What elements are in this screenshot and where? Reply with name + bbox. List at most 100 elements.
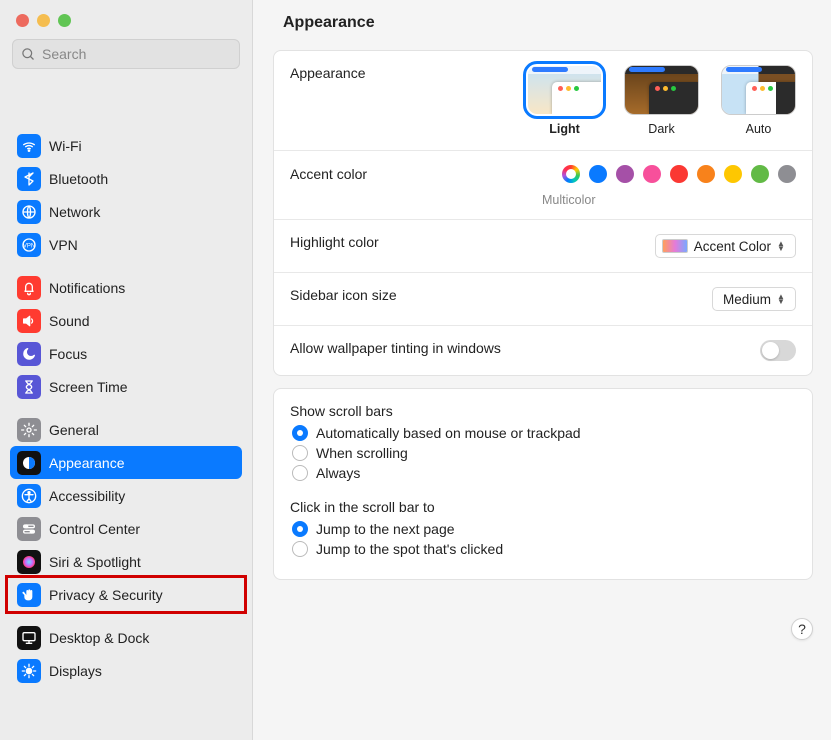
accent-color-yellow[interactable]	[724, 165, 742, 183]
radio-button[interactable]	[292, 445, 308, 461]
sidebar-item-label: Screen Time	[49, 379, 128, 395]
sidebar-item-vpn[interactable]: VPN VPN	[10, 228, 242, 261]
highlight-color-value: Accent Color	[694, 239, 771, 254]
radio-button[interactable]	[292, 425, 308, 441]
hourglass-icon	[17, 375, 41, 399]
sidebar-item-bluetooth[interactable]: Bluetooth	[10, 162, 242, 195]
appearance-thumb-dark[interactable]	[624, 65, 699, 115]
radio-label: When scrolling	[316, 445, 408, 461]
appearance-option-label: Light	[549, 122, 580, 136]
gear-icon	[17, 418, 41, 442]
appearance-row: Appearance Light Dark Auto	[274, 51, 812, 151]
help-button[interactable]: ?	[791, 618, 813, 640]
sidebar-item-label: Displays	[49, 663, 102, 679]
radio-label: Jump to the next page	[316, 521, 455, 537]
sidebar-item-displays[interactable]: Displays	[10, 654, 242, 687]
fullscreen-window-button[interactable]	[58, 14, 71, 27]
sidebar-item-desktopdock[interactable]: Desktop & Dock	[10, 621, 242, 654]
sidebar-item-siri[interactable]: Siri & Spotlight	[10, 545, 242, 578]
help-icon: ?	[798, 621, 806, 637]
search-wrapper	[0, 37, 252, 83]
sidebar-item-accessibility[interactable]: Accessibility	[10, 479, 242, 512]
sidebar-icon-size-value: Medium	[723, 292, 771, 307]
click-in-scroll-bar-option-spot[interactable]: Jump to the spot that's clicked	[292, 541, 796, 557]
radio-button[interactable]	[292, 465, 308, 481]
sidebar-item-label: Appearance	[49, 455, 125, 471]
accent-color-blue[interactable]	[589, 165, 607, 183]
accent-color-selected-caption: Multicolor	[542, 193, 796, 207]
sidebar-item-controlcenter[interactable]: Control Center	[10, 512, 242, 545]
sidebar-item-general[interactable]: General	[10, 413, 242, 446]
switches-icon	[17, 517, 41, 541]
accent-color-multicolor[interactable]	[562, 165, 580, 183]
appearance-icon	[17, 451, 41, 475]
scrollbars-panel: Show scroll bars Automatically based on …	[273, 388, 813, 580]
allow-wallpaper-tinting-label: Allow wallpaper tinting in windows	[290, 340, 501, 356]
show-scroll-bars-option-scrolling[interactable]: When scrolling	[292, 445, 796, 461]
highlight-color-popup[interactable]: Accent Color ▲▼	[655, 234, 796, 258]
allow-wallpaper-tinting-toggle[interactable]	[760, 340, 796, 361]
search-input[interactable]	[42, 46, 231, 62]
close-window-button[interactable]	[16, 14, 29, 27]
sidebar-item-label: Bluetooth	[49, 171, 108, 187]
content-pane: Appearance Appearance Light Dark Auto Ac…	[253, 0, 831, 740]
appearance-options: Light Dark Auto	[527, 65, 796, 136]
click-in-scroll-bar-option-next[interactable]: Jump to the next page	[292, 521, 796, 537]
bluetooth-icon	[17, 167, 41, 191]
sidebar-item-label: Siri & Spotlight	[49, 554, 141, 570]
sidebar-icon-size-row: Sidebar icon size Medium ▲▼	[274, 273, 812, 326]
appearance-option-label: Auto	[746, 122, 772, 136]
sidebar: Wi-Fi Bluetooth Network VPN VPN Notifications…	[0, 0, 253, 740]
radio-label: Always	[316, 465, 360, 481]
sidebar-item-privacy[interactable]: Privacy & Security	[10, 578, 242, 611]
highlight-color-row: Highlight color Accent Color ▲▼	[274, 220, 812, 273]
accent-color-graphite[interactable]	[778, 165, 796, 183]
chevron-updown-icon: ▲▼	[777, 294, 791, 304]
accent-color-pink[interactable]	[643, 165, 661, 183]
appearance-thumb-light[interactable]	[527, 65, 602, 115]
sidebar-item-label: VPN	[49, 237, 78, 253]
sidebar-item-appearance[interactable]: Appearance	[10, 446, 242, 479]
appearance-option-dark[interactable]: Dark	[624, 65, 699, 136]
appearance-label: Appearance	[290, 65, 510, 81]
appearance-option-auto[interactable]: Auto	[721, 65, 796, 136]
sidebar-item-screentime[interactable]: Screen Time	[10, 370, 242, 403]
minimize-window-button[interactable]	[37, 14, 50, 27]
accent-color-options	[562, 165, 796, 183]
appearance-thumb-auto[interactable]	[721, 65, 796, 115]
show-scroll-bars-option-auto[interactable]: Automatically based on mouse or trackpad	[292, 425, 796, 441]
sidebar-item-notifications[interactable]: Notifications	[10, 271, 242, 304]
radio-label: Jump to the spot that's clicked	[316, 541, 503, 557]
allow-wallpaper-tinting-row: Allow wallpaper tinting in windows	[274, 326, 812, 375]
sidebar-item-sound[interactable]: Sound	[10, 304, 242, 337]
accent-color-red[interactable]	[670, 165, 688, 183]
sidebar-item-network[interactable]: Network	[10, 195, 242, 228]
click-scroll-bar-title: Click in the scroll bar to	[290, 499, 796, 515]
sidebar-icon-size-popup[interactable]: Medium ▲▼	[712, 287, 796, 311]
sidebar-item-label: Accessibility	[49, 488, 125, 504]
radio-button[interactable]	[292, 521, 308, 537]
sidebar-nav: Wi-Fi Bluetooth Network VPN VPN Notifications…	[0, 83, 252, 740]
accent-color-orange[interactable]	[697, 165, 715, 183]
sidebar-item-focus[interactable]: Focus	[10, 337, 242, 370]
search-box[interactable]	[12, 39, 240, 69]
sidebar-item-label: Desktop & Dock	[49, 630, 149, 646]
radio-button[interactable]	[292, 541, 308, 557]
speaker-icon	[17, 309, 41, 333]
accent-color-green[interactable]	[751, 165, 769, 183]
accent-color-purple[interactable]	[616, 165, 634, 183]
radio-label: Automatically based on mouse or trackpad	[316, 425, 581, 441]
appearance-option-light[interactable]: Light	[527, 65, 602, 136]
wifi-icon	[17, 134, 41, 158]
moon-icon	[17, 342, 41, 366]
sidebar-item-label: Wi-Fi	[49, 138, 82, 154]
sidebar-item-label: General	[49, 422, 99, 438]
svg-text:VPN: VPN	[23, 243, 35, 249]
accessibility-icon	[17, 484, 41, 508]
sidebar-item-wifi[interactable]: Wi-Fi	[10, 129, 242, 162]
page-title: Appearance	[253, 0, 831, 46]
sidebar-item-label: Sound	[49, 313, 89, 329]
show-scroll-bars-option-always[interactable]: Always	[292, 465, 796, 481]
appearance-panel: Appearance Light Dark Auto Accent color …	[273, 50, 813, 376]
hand-icon	[17, 583, 41, 607]
